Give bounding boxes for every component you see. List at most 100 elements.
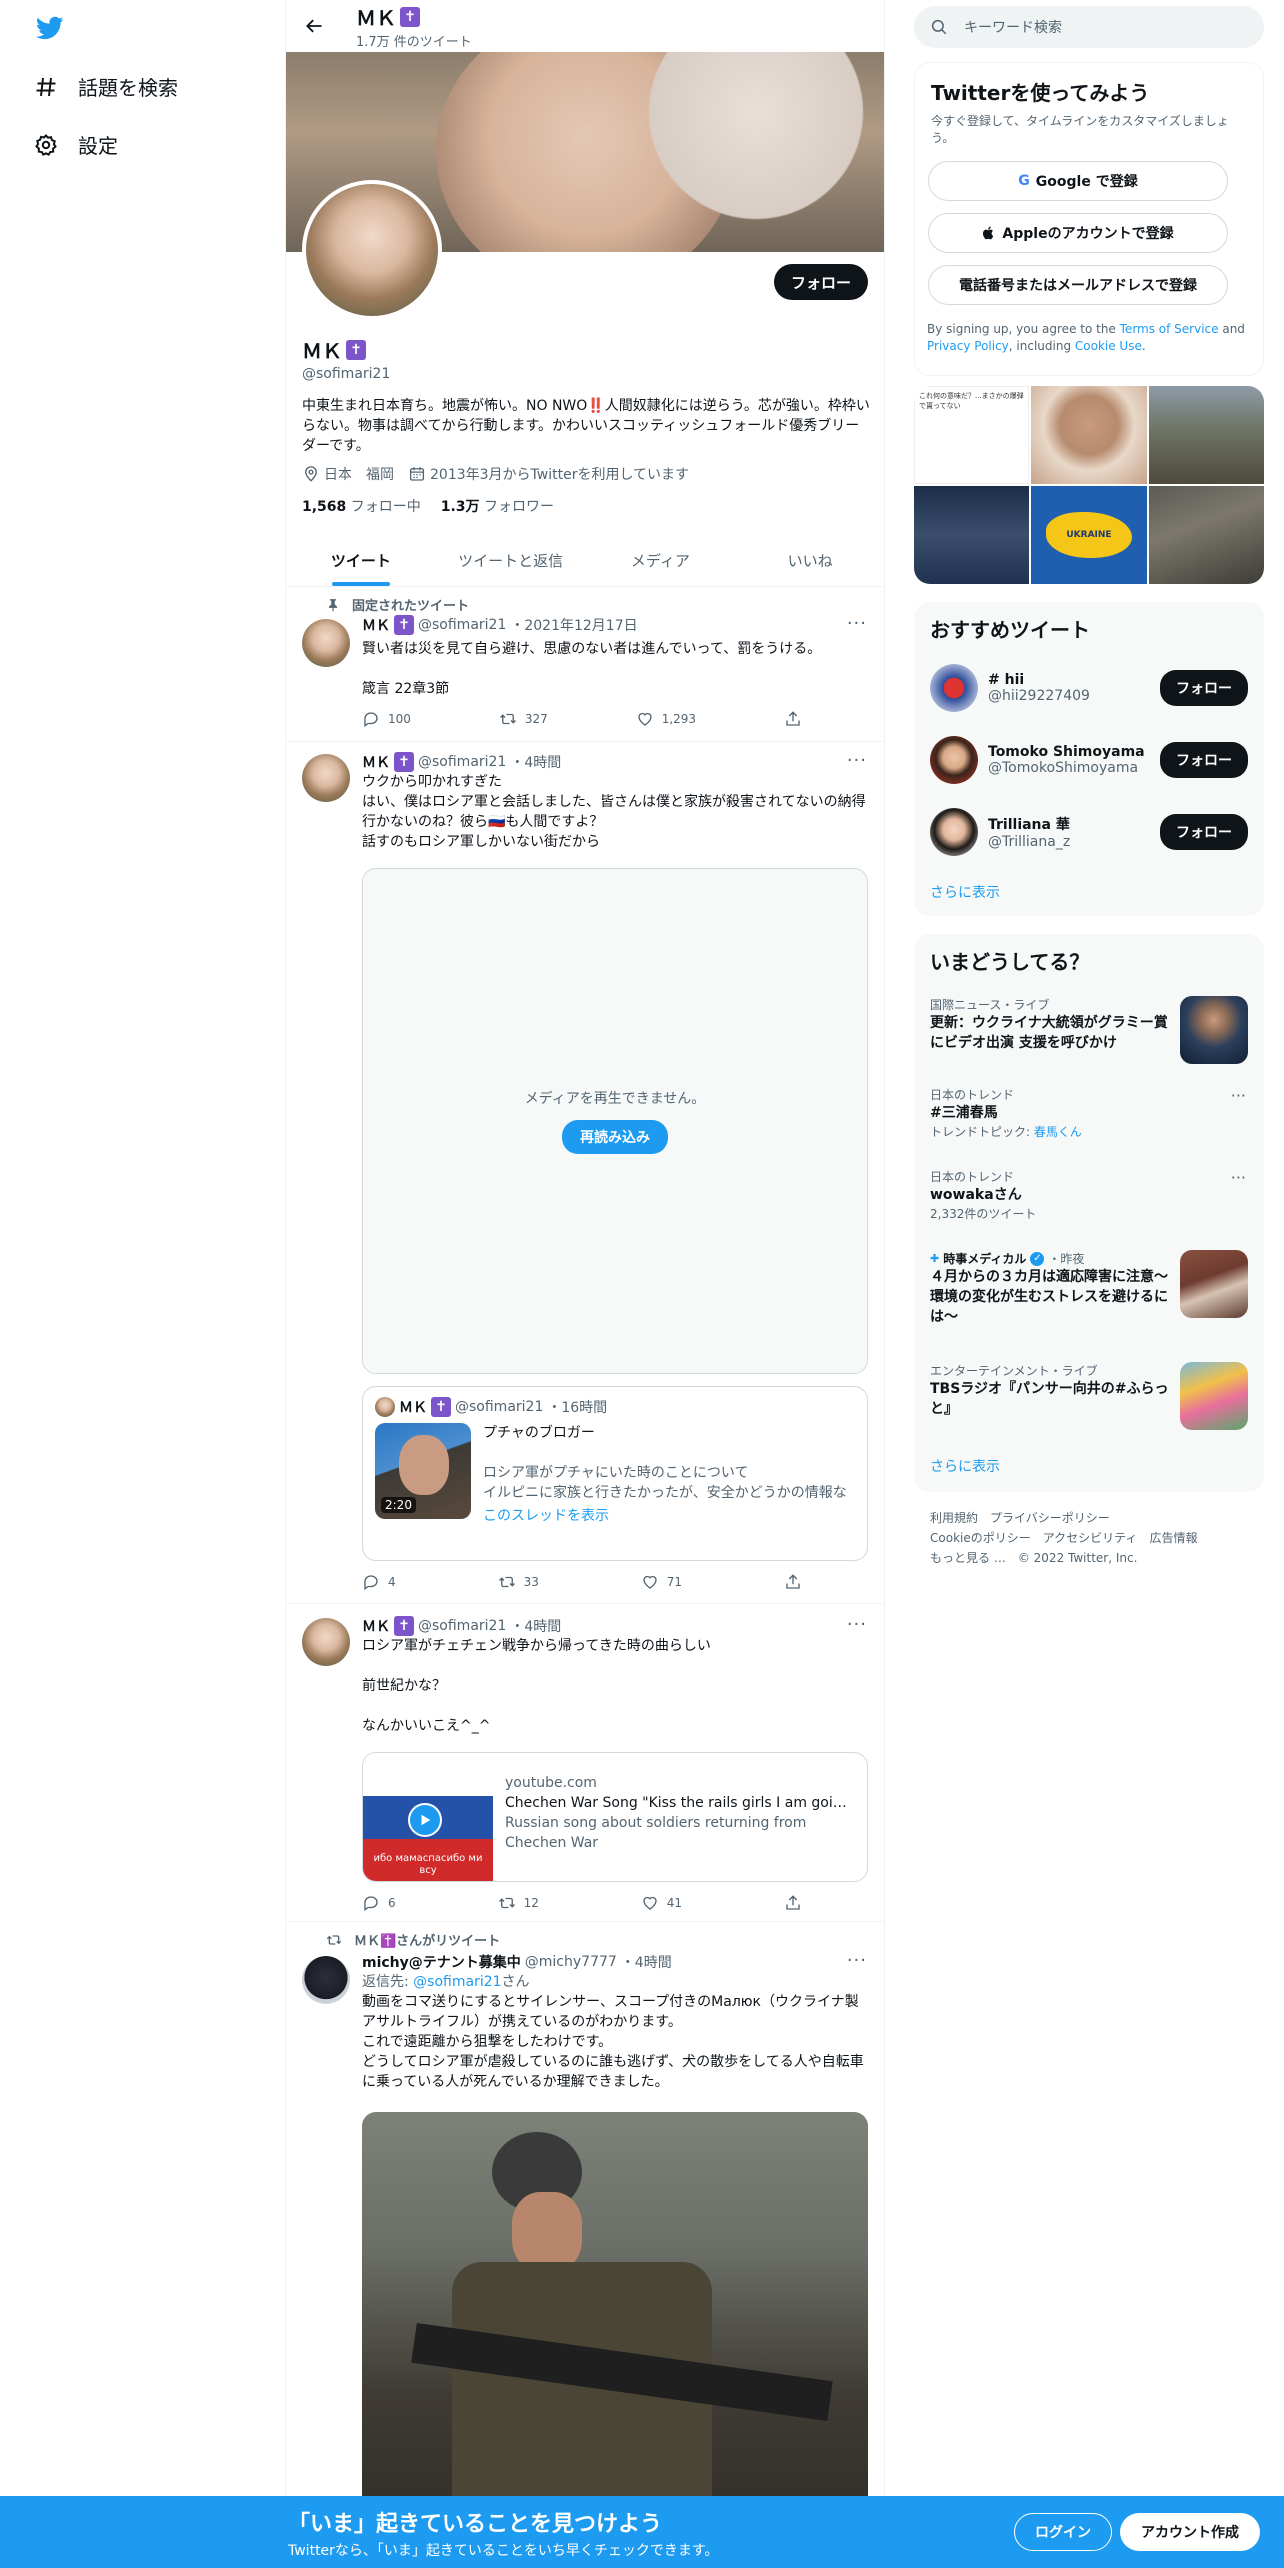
phone-signup-button[interactable]: 電話番号またはメールアドレスで登録: [928, 265, 1228, 305]
tweet-author-name[interactable]: ＭＫ: [362, 1616, 390, 1636]
tweet-time[interactable]: ・2021年12月17日: [510, 615, 637, 635]
tweet-author-handle[interactable]: @michy7777: [525, 1954, 617, 1970]
login-button[interactable]: ログイン: [1014, 2513, 1112, 2551]
trend-sub-link[interactable]: 春馬くん: [1034, 1125, 1082, 1139]
tweet-pinned[interactable]: 固定されたツイート ＭＫ ✝ @sofimari21 ・2021年12月17日 賢い者…: [286, 587, 884, 742]
show-thread-link[interactable]: このスレッドを表示: [483, 1505, 855, 1525]
like-button[interactable]: 1,293: [636, 710, 696, 728]
user-name: Tomoko Shimoyama: [988, 744, 1145, 760]
like-button[interactable]: 41: [641, 1894, 682, 1912]
tweet-retweeted[interactable]: ＭＫ✝️さんがリツイート michy@テナント募集中 @michy7777 ・4時間…: [286, 1922, 884, 2568]
profile-avatar[interactable]: [302, 180, 442, 320]
tweet-author-handle[interactable]: @sofimari21: [418, 617, 506, 633]
retweet-label[interactable]: ＭＫ✝️さんがリツイート: [354, 1930, 500, 1949]
reply-button[interactable]: 6: [362, 1894, 396, 1912]
tweet-author-name[interactable]: ＭＫ: [362, 615, 390, 635]
footer-more[interactable]: もっと見る …: [930, 1551, 1006, 1565]
footer-cookie[interactable]: Cookieのポリシー: [930, 1531, 1031, 1545]
quote-video-thumb[interactable]: 2:20: [375, 1423, 471, 1519]
following-link[interactable]: 1,568 フォロー中: [302, 496, 421, 516]
trend-item[interactable]: 日本のトレンド wowakaさん 2,332件のツイート ···: [914, 1158, 1264, 1240]
followers-link[interactable]: 1.3万 フォロワー: [441, 496, 554, 516]
tweet-text: ロシア軍がチェチェン戦争から帰ってきた時の曲らしい 前世紀かな？ なんかいいこえ…: [362, 1638, 711, 1734]
more-options-icon[interactable]: ···: [1231, 1086, 1246, 1105]
media-street-photo[interactable]: [1148, 486, 1264, 584]
reload-button[interactable]: 再読み込み: [562, 1120, 668, 1154]
back-arrow-icon[interactable]: [304, 16, 324, 36]
apple-signup-button[interactable]: Appleのアカウントで登録: [928, 213, 1228, 253]
trend-item[interactable]: 日本のトレンド #三浦春馬 トレンドトピック: 春馬くん ···: [914, 1076, 1264, 1158]
tweet-avatar[interactable]: [302, 619, 350, 667]
nav-explore[interactable]: 話題を検索: [34, 72, 178, 101]
search-box[interactable]: キーワード検索: [914, 6, 1264, 48]
footer-terms[interactable]: 利用規約: [930, 1511, 978, 1525]
retweet-button[interactable]: 327: [499, 710, 548, 728]
reply-handle-link[interactable]: @sofimari21: [413, 1974, 501, 1990]
tweet-avatar[interactable]: [302, 1956, 350, 2004]
trend-item[interactable]: エンターテインメント・ライブ TBSラジオ『パンサー向井の#ふらっと』: [914, 1352, 1264, 1442]
footer-ads[interactable]: 広告情報: [1149, 1531, 1197, 1545]
media-vehicle-photo[interactable]: [1148, 386, 1264, 484]
media-person-photo[interactable]: [1031, 386, 1147, 484]
cross-emoji-icon: ✝: [431, 1397, 451, 1417]
recommended-user[interactable]: Trilliana 華 @Trilliana_z フォロー: [914, 796, 1264, 868]
tweet-author-name[interactable]: ＭＫ: [362, 752, 390, 772]
google-signup-button[interactable]: G Google で登録: [928, 161, 1228, 201]
tweet-author-handle[interactable]: @sofimari21: [418, 754, 506, 770]
more-options-icon[interactable]: ···: [1231, 1168, 1246, 1187]
recommended-user[interactable]: Tomoko Shimoyama @TomokoShimoyama フォロー: [914, 724, 1264, 796]
location-pin-icon: [305, 466, 317, 482]
more-options-icon[interactable]: ···: [847, 1950, 867, 1971]
nav-settings[interactable]: 設定: [34, 130, 118, 159]
tweet-author-name[interactable]: michy@テナント募集中: [362, 1952, 521, 1972]
tab-tweets-replies[interactable]: ツイートと返信: [436, 535, 586, 586]
tab-tweets[interactable]: ツイート: [286, 535, 436, 586]
retweet-button[interactable]: 12: [498, 1894, 539, 1912]
tweet-time[interactable]: ・4時間: [510, 752, 561, 772]
reply-button[interactable]: 100: [362, 710, 411, 728]
tab-likes[interactable]: いいね: [735, 535, 884, 586]
quoted-tweet[interactable]: ＭＫ ✝ @sofimari21 ・16時間 2:20 プチャのブロガー ロシア軍がプ…: [362, 1386, 868, 1561]
trend-title: ４月からの３カ月は適応障害に注意～環境の変化が生むストレスを避けるには～: [930, 1269, 1168, 1325]
trend-item[interactable]: ✚ 時事メディカル ✓ ・昨夜 ４月からの３カ月は適応障害に注意～環境の変化が生…: [914, 1240, 1264, 1352]
like-button[interactable]: 71: [641, 1573, 682, 1591]
follow-button[interactable]: フォロー: [774, 264, 868, 300]
follow-user-button[interactable]: フォロー: [1160, 742, 1248, 778]
recommended-user[interactable]: # hii @hii29227409 フォロー: [914, 652, 1264, 724]
follow-user-button[interactable]: フォロー: [1160, 814, 1248, 850]
retweet-count: 327: [524, 712, 548, 726]
more-options-icon[interactable]: ···: [847, 613, 867, 634]
tab-media[interactable]: メディア: [586, 535, 736, 586]
tweet-avatar[interactable]: [302, 754, 350, 802]
privacy-link[interactable]: Privacy Policy: [927, 339, 1009, 353]
cookie-link[interactable]: Cookie Use: [1075, 339, 1142, 353]
link-card[interactable]: ибо мамаспасибо ми всу youtube.com Chech…: [362, 1752, 868, 1882]
tweet-time[interactable]: ・4時間: [621, 1952, 672, 1972]
tweet-item[interactable]: ＭＫ ✝ @sofimari21 ・4時間 ロシア軍がチェチェン戦争から帰ってきた時の…: [286, 1604, 884, 1922]
tweet-avatar[interactable]: [302, 1618, 350, 1666]
reply-button[interactable]: 4: [362, 1573, 396, 1591]
media-tweet-screenshot[interactable]: これ何の意味だ？...まさかの爆弾で貰ってない: [914, 386, 1030, 484]
tweet-item[interactable]: ＭＫ ✝ @sofimari21 ・4時間 ウクから叩かれすぎた はい、僕はロシア軍と…: [286, 742, 884, 1604]
tweet-author-handle[interactable]: @sofimari21: [418, 1618, 506, 1634]
footer-privacy[interactable]: プライバシーポリシー: [990, 1511, 1110, 1525]
source-logo-icon: ✚: [930, 1252, 940, 1265]
trend-item[interactable]: 国際ニュース・ライブ 更新：ウクライナ大統領がグラミー賞にビデオ出演 支援を呼び…: [914, 986, 1264, 1076]
footer-accessibility[interactable]: アクセシビリティ: [1043, 1531, 1138, 1545]
search-icon: [931, 19, 947, 35]
share-button[interactable]: [784, 710, 802, 728]
media-politicians-photo[interactable]: [914, 486, 1030, 584]
recommended-show-more[interactable]: さらに表示: [930, 882, 1000, 902]
follow-user-button[interactable]: フォロー: [1160, 670, 1248, 706]
retweet-button[interactable]: 33: [498, 1573, 539, 1591]
media-ukraine-map[interactable]: UKRAINE: [1031, 486, 1147, 584]
trends-show-more[interactable]: さらに表示: [930, 1456, 1000, 1476]
tweet-time[interactable]: ・4時間: [510, 1616, 561, 1636]
more-options-icon[interactable]: ···: [847, 1614, 867, 1635]
terms-link[interactable]: Terms of Service: [1120, 322, 1219, 336]
share-button[interactable]: [784, 1894, 802, 1912]
twitter-logo-icon[interactable]: [34, 14, 66, 42]
share-button[interactable]: [784, 1573, 802, 1591]
create-account-button[interactable]: アカウント作成: [1120, 2513, 1260, 2551]
more-options-icon[interactable]: ···: [847, 750, 867, 771]
